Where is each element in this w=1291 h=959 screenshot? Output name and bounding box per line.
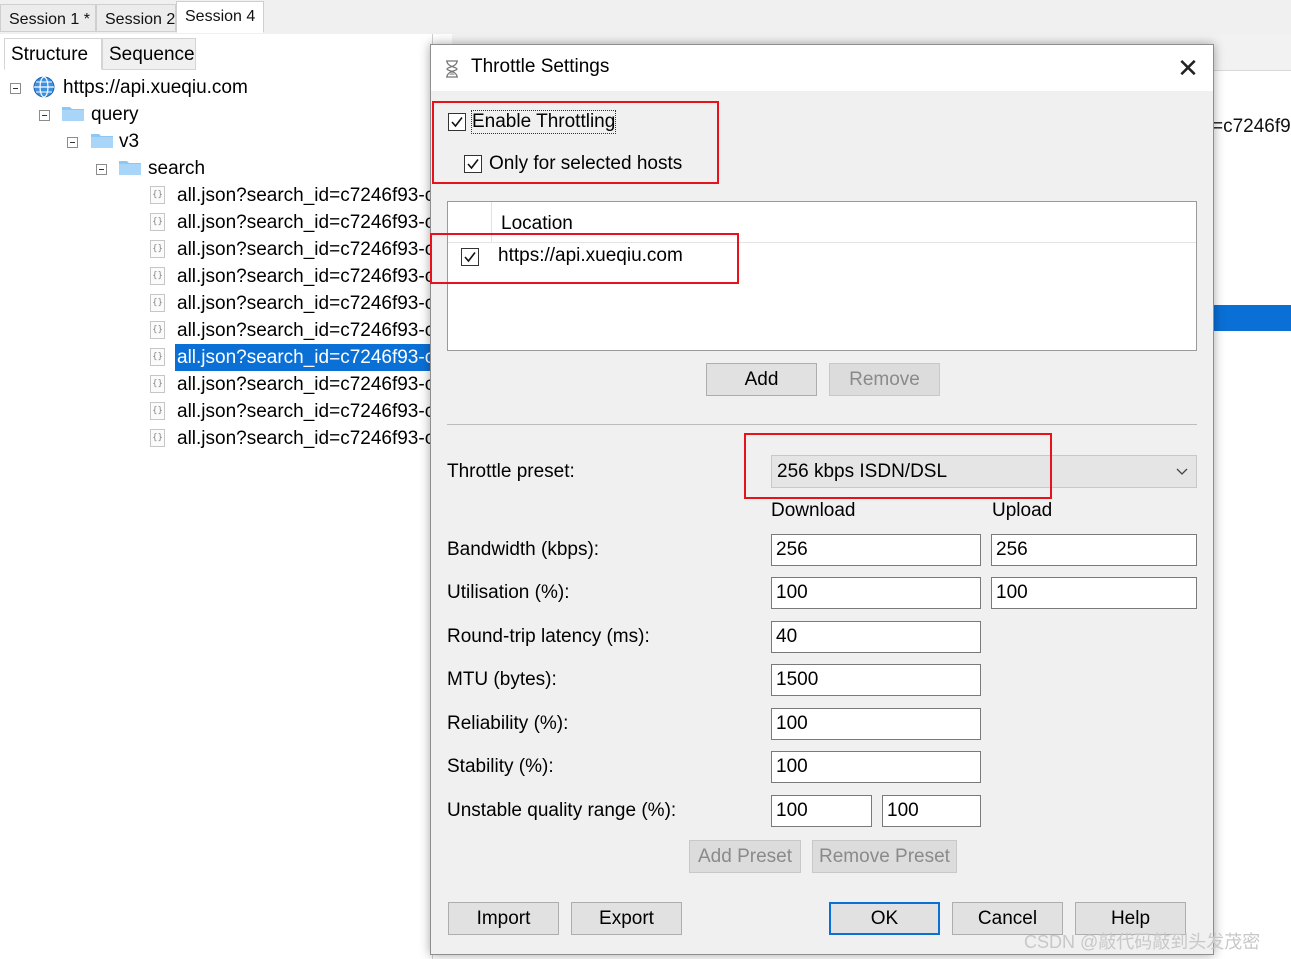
utilisation-label: Utilisation (%): — [447, 582, 570, 603]
stability-field[interactable]: 100 — [771, 751, 981, 783]
bandwidth-label: Bandwidth (kbps): — [447, 539, 600, 560]
mtu-label: MTU (bytes): — [447, 669, 557, 690]
globe-icon — [33, 76, 55, 98]
bandwidth-upload-field[interactable]: 256 — [991, 534, 1197, 566]
collapse-toggle[interactable] — [67, 137, 78, 148]
structure-pane: Structure Sequence https://api.xueqiu.co… — [0, 34, 437, 959]
tab-session-4[interactable]: Session 4 — [176, 1, 264, 33]
collapse-toggle[interactable] — [96, 164, 107, 175]
mtu-field[interactable]: 1500 — [771, 664, 981, 696]
dialog-title: Throttle Settings — [471, 56, 610, 77]
latency-field[interactable]: 40 — [771, 621, 981, 653]
json-file-icon: {} — [150, 213, 165, 231]
json-file-icon: {} — [150, 375, 165, 393]
tree-folder-search[interactable]: search — [148, 155, 205, 182]
request-item[interactable]: all.json?search_id=c7246f93-c — [177, 236, 434, 263]
reliability-label: Reliability (%): — [447, 713, 569, 734]
json-file-icon: {} — [150, 348, 165, 366]
request-item[interactable]: all.json?search_id=c7246f93-c — [177, 398, 434, 425]
reliability-field[interactable]: 100 — [771, 708, 981, 740]
folder-icon — [62, 107, 84, 121]
tree-folder-query[interactable]: query — [91, 101, 139, 128]
session-tab-bar: Session 1 * Session 2 Session 4 — [0, 0, 1291, 35]
download-column-header: Download — [771, 500, 856, 521]
tab-session-2[interactable]: Session 2 — [96, 4, 176, 32]
json-file-icon: {} — [150, 267, 165, 285]
tree-host[interactable]: https://api.xueqiu.com — [63, 74, 248, 101]
detail-selection-bar — [1212, 305, 1291, 331]
throttle-settings-dialog: Throttle Settings ✕ Enable Throttling On… — [430, 44, 1214, 955]
json-file-icon: {} — [150, 321, 165, 339]
request-item[interactable]: all.json?search_id=c7246f93-c — [175, 344, 437, 371]
tree-folder-v3[interactable]: v3 — [119, 128, 139, 155]
request-item[interactable]: all.json?search_id=c7246f93-c — [177, 290, 434, 317]
utilisation-upload-field[interactable]: 100 — [991, 577, 1197, 609]
throttle-preset-label: Throttle preset: — [447, 461, 575, 482]
latency-label: Round-trip latency (ms): — [447, 626, 650, 647]
annotation-box — [432, 101, 719, 184]
request-item[interactable]: all.json?search_id=c7246f93-c — [177, 317, 434, 344]
request-item[interactable]: all.json?search_id=c7246f93-c — [177, 209, 434, 236]
utilisation-download-field[interactable]: 100 — [771, 577, 981, 609]
request-item[interactable]: all.json?search_id=c7246f93-c — [177, 263, 434, 290]
json-file-icon: {} — [150, 186, 165, 204]
unstable-range-label: Unstable quality range (%): — [447, 800, 677, 821]
request-item[interactable]: all.json?search_id=c7246f93-c — [177, 371, 434, 398]
folder-icon — [119, 161, 141, 175]
unstable-range-high-field[interactable]: 100 — [882, 795, 981, 827]
request-item[interactable]: all.json?search_id=c7246f93-c — [177, 425, 434, 452]
add-button[interactable]: Add — [706, 363, 817, 396]
json-file-icon: {} — [150, 402, 165, 420]
annotation-box — [744, 433, 1052, 499]
collapse-toggle[interactable] — [10, 83, 21, 94]
tab-session-1[interactable]: Session 1 * — [0, 4, 96, 32]
import-button[interactable]: Import — [448, 902, 559, 935]
location-column-header[interactable]: Location — [501, 213, 573, 235]
remove-preset-button[interactable]: Remove Preset — [812, 840, 957, 873]
export-button[interactable]: Export — [571, 902, 682, 935]
folder-icon — [91, 134, 113, 148]
tab-structure[interactable]: Structure — [4, 38, 102, 70]
separator — [447, 424, 1197, 425]
watermark: CSDN @敲代码敲到头发茂密 — [1024, 932, 1261, 952]
upload-column-header: Upload — [992, 500, 1053, 521]
chevron-down-icon — [1176, 468, 1188, 475]
ok-button[interactable]: OK — [829, 902, 940, 935]
dialog-titlebar: Throttle Settings ✕ — [431, 45, 1213, 91]
detail-text-snippet: =c7246f9 — [1212, 116, 1291, 137]
stability-label: Stability (%): — [447, 756, 554, 777]
annotation-box — [430, 233, 739, 284]
request-item[interactable]: all.json?search_id=c7246f93-c — [177, 182, 434, 209]
bandwidth-download-field[interactable]: 256 — [771, 534, 981, 566]
close-button[interactable]: ✕ — [1171, 51, 1205, 85]
hourglass-icon — [446, 60, 458, 78]
unstable-range-low-field[interactable]: 100 — [771, 795, 872, 827]
add-preset-button[interactable]: Add Preset — [689, 840, 801, 873]
remove-button[interactable]: Remove — [829, 363, 940, 396]
json-file-icon: {} — [150, 240, 165, 258]
tab-sequence[interactable]: Sequence — [102, 38, 196, 70]
json-file-icon: {} — [150, 294, 165, 312]
json-file-icon: {} — [150, 429, 165, 447]
collapse-toggle[interactable] — [39, 110, 50, 121]
